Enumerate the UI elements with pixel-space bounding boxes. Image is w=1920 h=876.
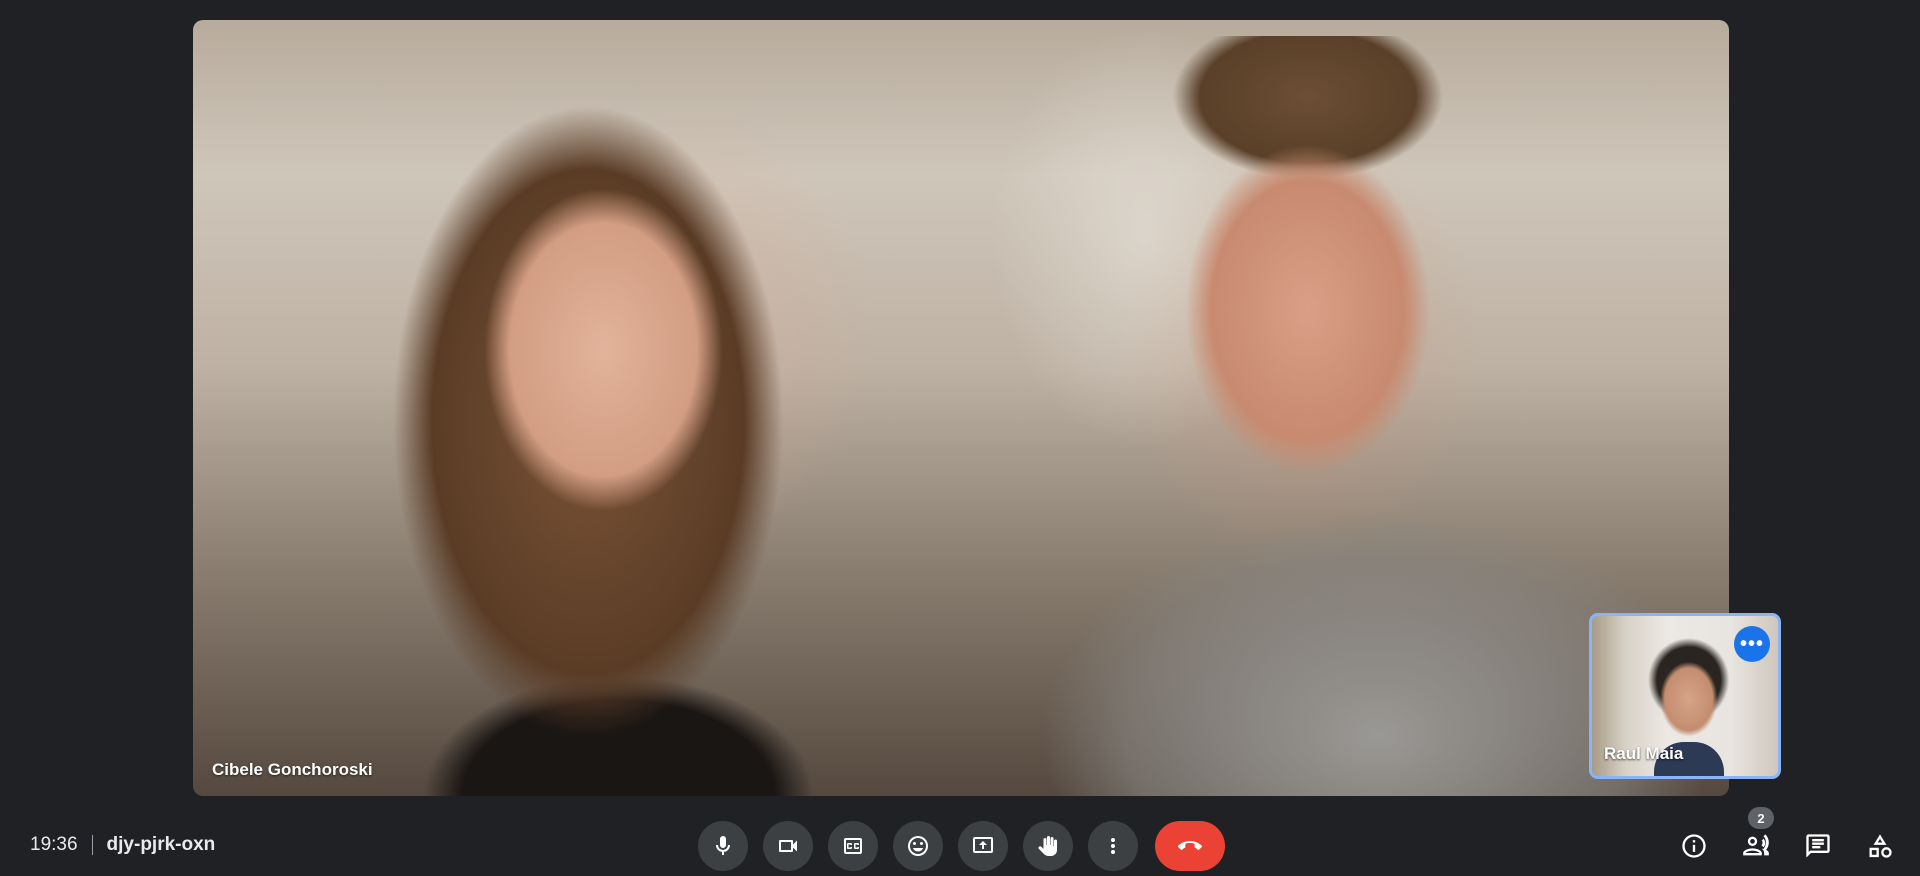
meeting-code: djy-pjrk-oxn [106, 834, 216, 855]
raise-hand-button[interactable] [1023, 821, 1073, 871]
meeting-time: 19:36 [30, 834, 78, 855]
participant-count-badge: 2 [1748, 807, 1774, 829]
present-button[interactable] [958, 821, 1008, 871]
videocam-icon [779, 840, 797, 852]
people-button[interactable]: 2 [1736, 807, 1776, 866]
info-icon [1682, 834, 1706, 858]
meeting-details-button[interactable] [1674, 826, 1714, 866]
call-end-icon [1178, 841, 1202, 850]
divider [91, 835, 93, 855]
participant-video-person-left [193, 76, 953, 796]
side-controls: 2 [1674, 807, 1900, 866]
call-controls [698, 821, 1225, 871]
closed-caption-icon [844, 838, 862, 854]
emoji-icon [908, 836, 928, 856]
present-screen-icon [973, 837, 993, 853]
activities-icon [1869, 834, 1892, 858]
meeting-info: 19:36 djy-pjrk-oxn [30, 830, 215, 860]
more-vert-icon [1111, 838, 1115, 854]
captions-button[interactable] [828, 821, 878, 871]
participant-name-label: Cibele Gonchoroski [212, 760, 373, 779]
microphone-button[interactable] [698, 821, 748, 871]
chat-icon [1806, 834, 1830, 858]
self-view-tile[interactable]: ••• Raul Maia [1589, 613, 1781, 779]
leave-call-button[interactable] [1155, 821, 1225, 871]
self-name-label: Raul Maia [1604, 744, 1684, 763]
hand-icon [1038, 836, 1057, 856]
mic-icon [716, 836, 730, 855]
chat-button[interactable] [1798, 826, 1838, 866]
main-video-tile[interactable]: Cibele Gonchoroski [193, 20, 1729, 796]
people-icon [1743, 834, 1769, 856]
reactions-button[interactable] [893, 821, 943, 871]
more-horiz-icon[interactable]: ••• [1734, 626, 1770, 662]
more-options-button[interactable] [1088, 821, 1138, 871]
activities-button[interactable] [1860, 826, 1900, 866]
camera-button[interactable] [763, 821, 813, 871]
